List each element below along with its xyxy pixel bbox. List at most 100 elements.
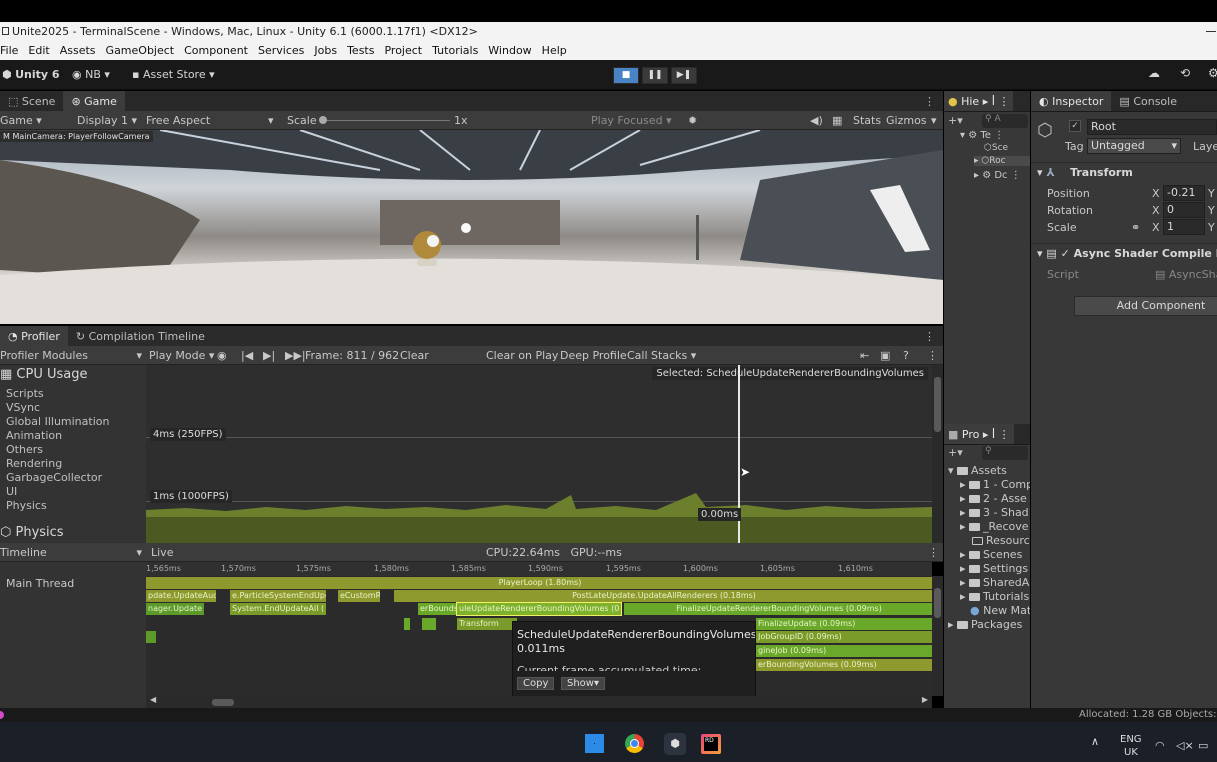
menu-gameobject[interactable]: GameObject [106, 44, 175, 57]
category-vsync[interactable]: VSync [6, 401, 40, 414]
lock-icon[interactable]: ꟾ [992, 95, 995, 108]
scale-slider[interactable] [320, 120, 450, 121]
play-mode-dropdown[interactable]: Play Mode ▾ [149, 346, 214, 364]
help-icon[interactable]: ? [903, 346, 909, 364]
transform-header[interactable]: ▾ ⅄ Transform [1031, 162, 1217, 182]
step-button[interactable]: ▶❚ [671, 67, 697, 84]
tab-project[interactable]: ■ Pro ▸ ꟾ ⋮ [944, 424, 1014, 444]
menu-component[interactable]: Component [184, 44, 248, 57]
first-frame-icon[interactable]: |◀ [241, 346, 253, 364]
cpu-usage-title[interactable]: ▦ CPU Usage [0, 367, 88, 382]
aspect-dropdown[interactable]: Free Aspect [146, 111, 210, 129]
rider-icon[interactable]: RD [701, 734, 721, 754]
profiler-modules-dropdown[interactable]: Profiler Modules ▾ [0, 346, 146, 364]
bar-small-2[interactable] [404, 618, 410, 630]
asset-store-button[interactable]: ▪ Asset Store ▾ [132, 68, 215, 81]
tab-compilation-timeline[interactable]: ↻ Compilation Timeline [68, 326, 213, 346]
scale-x-field[interactable]: 1 [1163, 219, 1205, 235]
language-label[interactable]: ENG [1120, 734, 1142, 745]
bar-player-loop[interactable]: PlayerLoop (1.80ms) [146, 577, 932, 589]
unity-menu-button[interactable]: ⬢ Unity 6 [2, 68, 60, 81]
timeline-menu-icon[interactable]: ⋮ [928, 543, 939, 561]
category-others[interactable]: Others [6, 443, 43, 456]
tag-dropdown[interactable]: Untagged ▾ [1087, 138, 1181, 154]
bar-bounds-prefix[interactable]: erBounds [418, 603, 456, 615]
tab-scene[interactable]: ⬚ Scene [0, 91, 63, 111]
add-component-button[interactable]: Add Component [1074, 296, 1217, 316]
pause-button[interactable]: ❚❚ [642, 67, 668, 84]
mute-audio-icon[interactable]: ◀) [810, 111, 823, 129]
tab-hierarchy[interactable]: ● Hie ▸ ꟾ ⋮ [944, 91, 1014, 111]
project-item-assets[interactable]: ▾ Assets [948, 464, 1007, 477]
async-shader-component-header[interactable]: ▾ ▤ ✓ Async Shader Compile For [1031, 243, 1217, 263]
project-item-resourc[interactable]: Resourc [972, 534, 1030, 547]
bar-update-aud[interactable]: pdate.UpdateAud [146, 590, 216, 602]
show-dropdown[interactable]: Show▾ [561, 677, 606, 690]
project-item-tutorials[interactable]: ▸ Tutorials [960, 590, 1029, 603]
category-scripts[interactable]: Scripts [6, 387, 44, 400]
scroll-left-icon[interactable]: ◀ [150, 695, 156, 704]
bar-finalize-bounding[interactable]: FinalizeUpdateRendererBoundingVolumes (0… [624, 603, 932, 615]
project-search[interactable]: ⚲ [982, 446, 1028, 460]
region-label[interactable]: UK [1124, 747, 1138, 758]
menu-project[interactable]: Project [384, 44, 422, 57]
category-ui[interactable]: UI [6, 485, 17, 498]
next-frame-icon[interactable]: ▶| [263, 346, 275, 364]
tab-menu-icon[interactable]: ⋮ [924, 91, 935, 111]
tab-game[interactable]: ⊛ Game [63, 91, 125, 111]
unity-hub-icon[interactable]: ⬢ [664, 733, 686, 755]
menu-jobs[interactable]: Jobs [314, 44, 337, 57]
lock-icon[interactable]: ꟾ [992, 428, 995, 441]
play-button[interactable]: ■ [613, 67, 639, 84]
project-item-packages[interactable]: ▸ Packages [948, 618, 1022, 631]
tray-chevron-icon[interactable]: ∧ [1091, 735, 1099, 748]
component-checkbox[interactable]: ✓ [1061, 247, 1070, 260]
hierarchy-item-dc[interactable]: ▸ ⚙ Dc ⋮ [974, 170, 1021, 181]
project-item-settings[interactable]: ▸ Settings [960, 562, 1028, 575]
category-animation[interactable]: Animation [6, 429, 62, 442]
bar-small-3[interactable] [422, 618, 436, 630]
hierarchy-item-scene[interactable]: ▾ ⚙ Te ⋮ [960, 130, 1004, 141]
category-garbagecollector[interactable]: GarbageCollector [6, 471, 102, 484]
project-item-recove[interactable]: ▸ _Recove [960, 520, 1029, 533]
history-icon[interactable]: ⟲ [1180, 66, 1190, 80]
timeline-vscroll-thumb[interactable] [934, 588, 941, 618]
chrome-icon[interactable] [625, 734, 644, 753]
hierarchy-menu-icon[interactable]: ⋮ [998, 95, 1009, 108]
bar-engine-job[interactable]: gineJob (0.09ms) [756, 645, 932, 657]
cpu-usage-graph[interactable]: Selected: ScheduleUpdateRendererBounding… [146, 365, 932, 543]
window-minimize-button[interactable] [1206, 31, 1216, 32]
hierarchy-add-button[interactable]: +▾ [948, 114, 963, 127]
load-icon[interactable]: ⇤ [860, 346, 869, 364]
bar-custom[interactable]: eCustomR [338, 590, 380, 602]
cloud-icon[interactable]: ☁ [1148, 66, 1160, 80]
timeline-hscroll[interactable]: ◀ ▶ [146, 695, 932, 708]
graph-scrollbar-thumb[interactable] [934, 377, 941, 432]
menu-assets[interactable]: Assets [60, 44, 96, 57]
stats-button[interactable]: Stats [853, 111, 881, 129]
account-button[interactable]: ◉ NB ▾ [72, 68, 110, 81]
clear-button[interactable]: Clear [400, 346, 429, 364]
script-field[interactable]: ▤ AsyncSha [1155, 268, 1217, 281]
menu-window[interactable]: Window [488, 44, 531, 57]
position-x-field[interactable]: -0.21 [1163, 185, 1205, 201]
stats-grid-icon[interactable]: ▦ [832, 111, 842, 129]
bar-job-group[interactable]: JobGroupID (0.09ms) [756, 631, 932, 643]
timeline-view-dropdown[interactable]: Timeline ▾ [0, 543, 146, 561]
timeline-vscroll[interactable] [932, 576, 943, 696]
hierarchy-search[interactable]: ⚲ A [982, 114, 1028, 128]
display-dropdown[interactable]: Display 1 ▾ [77, 111, 137, 129]
bar-finalize-update[interactable]: FinalizeUpdate (0.09ms) [756, 618, 932, 630]
active-checkbox[interactable]: ✓ [1069, 120, 1081, 132]
bar-system-end-update[interactable]: System.EndUpdateAll ( [230, 603, 326, 615]
scale-slider-handle[interactable] [319, 116, 327, 124]
project-item-new-mat[interactable]: ● New Mat [970, 604, 1030, 617]
tab-console[interactable]: ▤ Console [1111, 91, 1185, 111]
rotation-x-field[interactable]: 0 [1163, 202, 1205, 218]
project-menu-icon[interactable]: ⋮ [999, 428, 1010, 441]
scroll-right-icon[interactable]: ▶ [922, 695, 928, 704]
live-toggle[interactable]: Live [151, 543, 173, 561]
hierarchy-item-root[interactable]: ▸ ⬡Roc [974, 156, 1030, 166]
menu-tutorials[interactable]: Tutorials [432, 44, 478, 57]
project-item-2[interactable]: ▸ 2 - Asse [960, 492, 1027, 505]
